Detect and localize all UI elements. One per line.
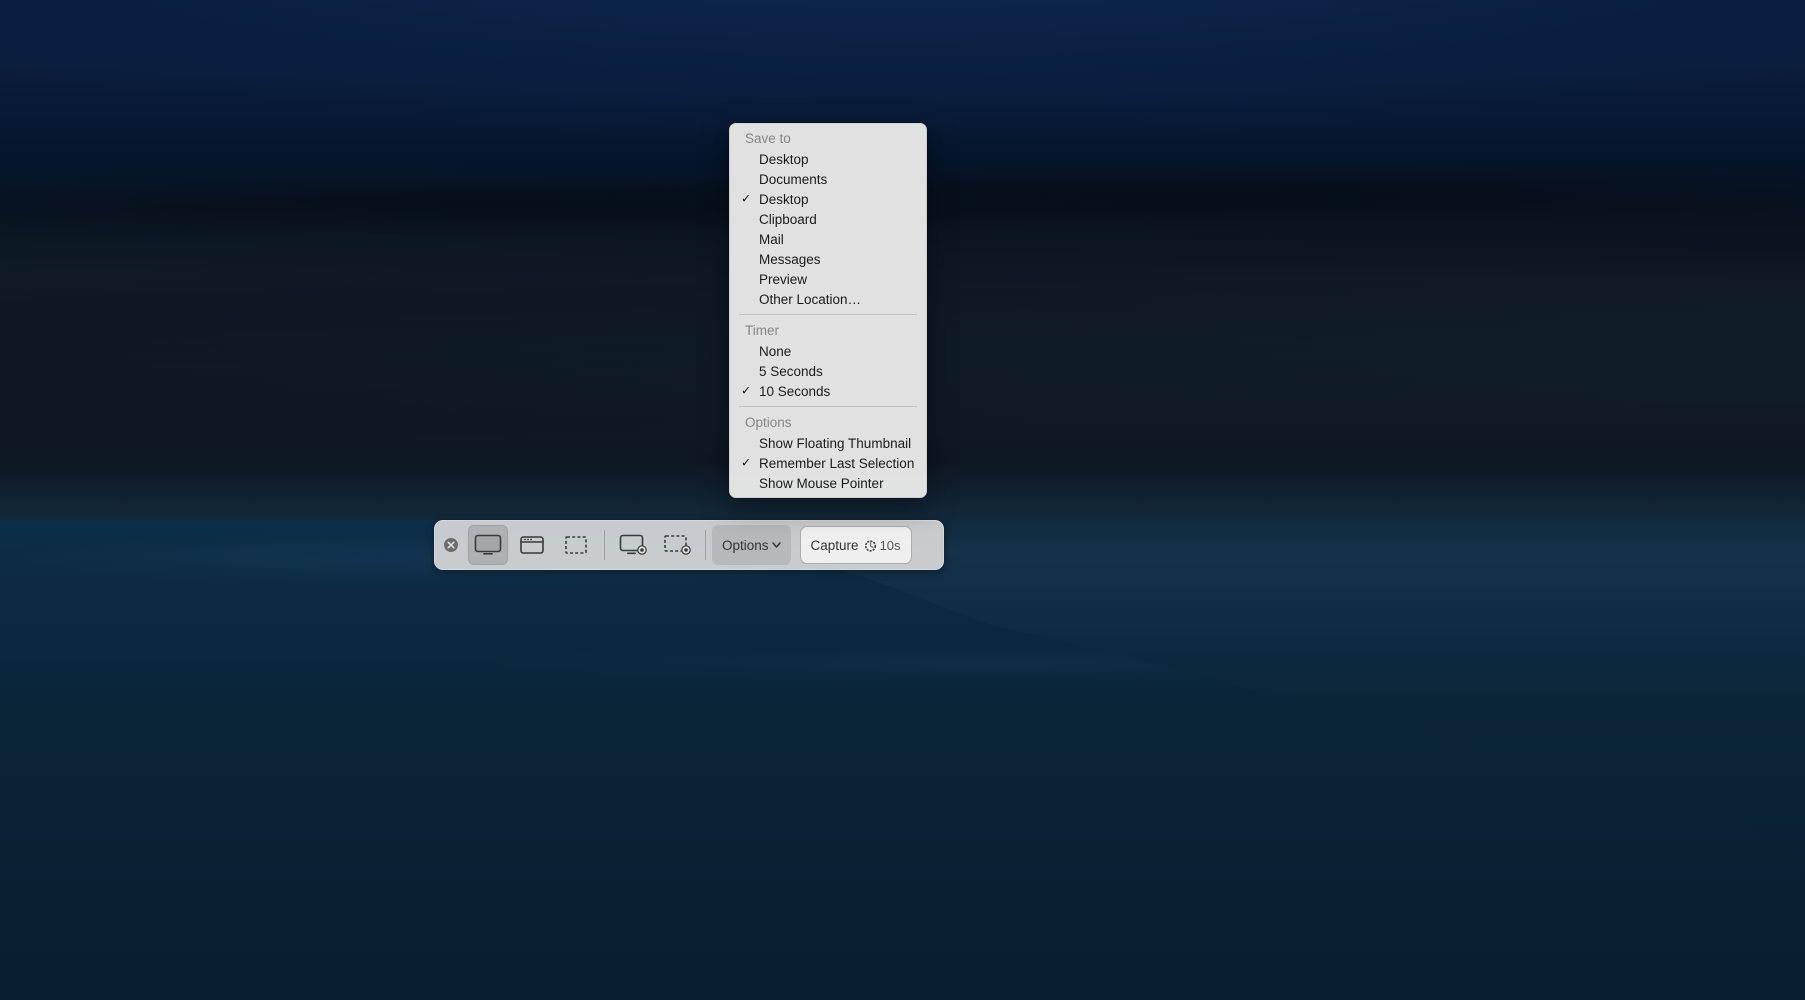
record-entire-screen-button[interactable] [613,525,653,565]
menu-item-label: Show Floating Thumbnail [759,436,911,451]
menu-item-save-desktop[interactable]: Desktop [729,149,927,169]
check-icon: ✓ [741,384,751,398]
menu-item-label: Documents [759,172,827,187]
capture-button[interactable]: Capture 10s [801,527,911,563]
menu-item-remember-last-selection[interactable]: ✓ Remember Last Selection [729,453,927,473]
menu-item-label: Desktop [759,152,809,167]
menu-item-save-preview[interactable]: Preview [729,269,927,289]
check-icon: ✓ [741,192,751,206]
menu-item-label: Show Mouse Pointer [759,476,884,491]
menu-item-label: 5 Seconds [759,364,823,379]
menu-item-label: None [759,344,791,359]
capture-entire-screen-button[interactable] [468,525,508,565]
record-selected-portion-icon [663,534,691,556]
menu-item-save-mail[interactable]: Mail [729,229,927,249]
close-icon [443,537,459,553]
menu-header-save-to: Save to [729,128,927,149]
capture-timer-value: 10s [880,538,901,553]
menu-item-save-documents[interactable]: Documents [729,169,927,189]
menu-item-label: Messages [759,252,821,267]
timer-icon [864,539,877,552]
check-icon: ✓ [741,456,751,470]
selected-portion-icon [563,534,589,556]
screenshot-toolbar: Options Capture 10s [434,520,944,570]
menu-item-save-desktop-2[interactable]: ✓ Desktop [729,189,927,209]
menu-item-label: Clipboard [759,212,817,227]
capture-timer-indicator: 10s [864,538,901,553]
menu-item-timer-10s[interactable]: ✓ 10 Seconds [729,381,927,401]
menu-separator [739,406,917,407]
menu-item-show-floating-thumbnail[interactable]: Show Floating Thumbnail [729,433,927,453]
chevron-down-icon [772,542,781,548]
toolbar-separator [604,530,605,560]
menu-header-timer: Timer [729,320,927,341]
menu-item-save-clipboard[interactable]: Clipboard [729,209,927,229]
menu-item-label: Preview [759,272,807,287]
record-entire-screen-icon [619,534,647,556]
capture-selected-window-button[interactable] [512,525,552,565]
selected-window-icon [519,534,545,556]
menu-item-label: Other Location… [759,292,861,307]
menu-item-save-messages[interactable]: Messages [729,249,927,269]
menu-item-label: 10 Seconds [759,384,830,399]
toolbar-separator [705,530,706,560]
menu-item-label: Desktop [759,192,809,207]
menu-item-show-mouse-pointer[interactable]: Show Mouse Pointer [729,473,927,493]
options-button[interactable]: Options [712,525,791,565]
menu-item-label: Mail [759,232,784,247]
menu-header-options: Options [729,412,927,433]
menu-item-label: Remember Last Selection [759,456,914,471]
entire-screen-icon [474,534,502,556]
menu-item-timer-5s[interactable]: 5 Seconds [729,361,927,381]
close-button[interactable] [440,534,462,556]
menu-item-save-other-location[interactable]: Other Location… [729,289,927,309]
options-menu: Save to Desktop Documents ✓ Desktop Clipb… [729,123,927,498]
options-label: Options [722,538,769,553]
menu-item-timer-none[interactable]: None [729,341,927,361]
menu-separator [739,314,917,315]
capture-selected-portion-button[interactable] [556,525,596,565]
capture-label: Capture [811,538,859,553]
record-selected-portion-button[interactable] [657,525,697,565]
